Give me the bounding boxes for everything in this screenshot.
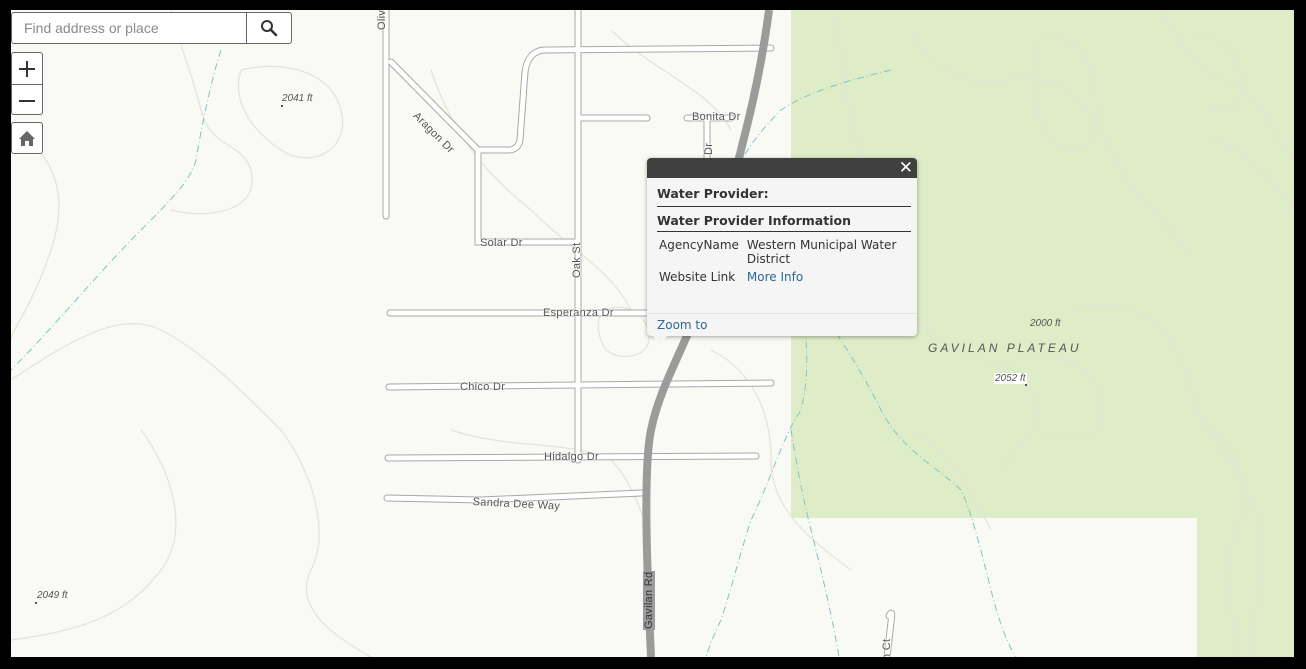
popup-header: ✕: [647, 158, 917, 178]
road-label-oak-st: Oak St: [571, 242, 583, 278]
more-info-link[interactable]: More Info: [747, 270, 803, 284]
road-label-dr: Dr: [703, 142, 715, 155]
attribute-key: Website Link: [659, 270, 736, 284]
minus-icon: [19, 99, 35, 102]
info-popup: ✕ Water Provider: Water Provider Informa…: [647, 158, 917, 345]
popup-title: Water Provider:: [657, 186, 911, 207]
elevation-point: [1025, 384, 1027, 386]
elevation-label: 2000 ft: [1030, 318, 1061, 329]
elevation-label: 2052 ft: [994, 373, 1027, 384]
search-input[interactable]: [12, 13, 246, 43]
road-label-ct: n Ct: [881, 638, 893, 657]
road-label-olive-st: Olive St: [376, 10, 388, 30]
close-icon[interactable]: ✕: [899, 159, 913, 177]
popup-footer: Zoom to: [647, 313, 917, 336]
zoom-control: [11, 52, 43, 115]
search-button[interactable]: [246, 13, 291, 43]
area-label-gavilan-plateau: GAVILAN PLATEAU: [928, 341, 1082, 355]
road-label-gavilan-rd: Gavilan Rd: [643, 570, 655, 630]
zoom-out-button[interactable]: [12, 84, 42, 116]
road-label-solar-dr: Solar Dr: [480, 237, 523, 249]
home-button[interactable]: [11, 122, 43, 154]
search-icon: [261, 20, 278, 37]
road-label-bonita-dr: Bonita Dr: [692, 111, 741, 123]
zoom-to-link[interactable]: Zoom to: [657, 318, 707, 332]
plus-icon: [19, 60, 35, 77]
popup-attributes-table: AgencyName Western Municipal Water Distr…: [657, 236, 911, 286]
attribute-row: Website Link More Info: [657, 268, 911, 286]
elevation-label: 2041 ft: [282, 93, 313, 104]
elevation-point: [281, 105, 283, 107]
attribute-row: AgencyName Western Municipal Water Distr…: [657, 236, 911, 268]
popup-pointer: [653, 336, 667, 345]
road-label-esperanza-dr: Esperanza Dr: [543, 307, 614, 319]
attribute-value: Western Municipal Water District: [746, 238, 897, 266]
elevation-point: [35, 602, 37, 604]
popup-section-title: Water Provider Information: [657, 207, 911, 232]
zoom-in-button[interactable]: [12, 53, 42, 84]
road-label-chico-dr: Chico Dr: [460, 381, 506, 393]
elevation-label: 2049 ft: [37, 590, 68, 601]
attribute-key: AgencyName: [659, 238, 739, 252]
road-label-hidalgo-dr: Hidalgo Dr: [544, 451, 599, 463]
search-widget: [11, 12, 292, 44]
home-icon: [19, 130, 35, 146]
map-view[interactable]: Olive St Aragon Dr Bonita Dr Dr Solar Dr…: [11, 10, 1294, 657]
